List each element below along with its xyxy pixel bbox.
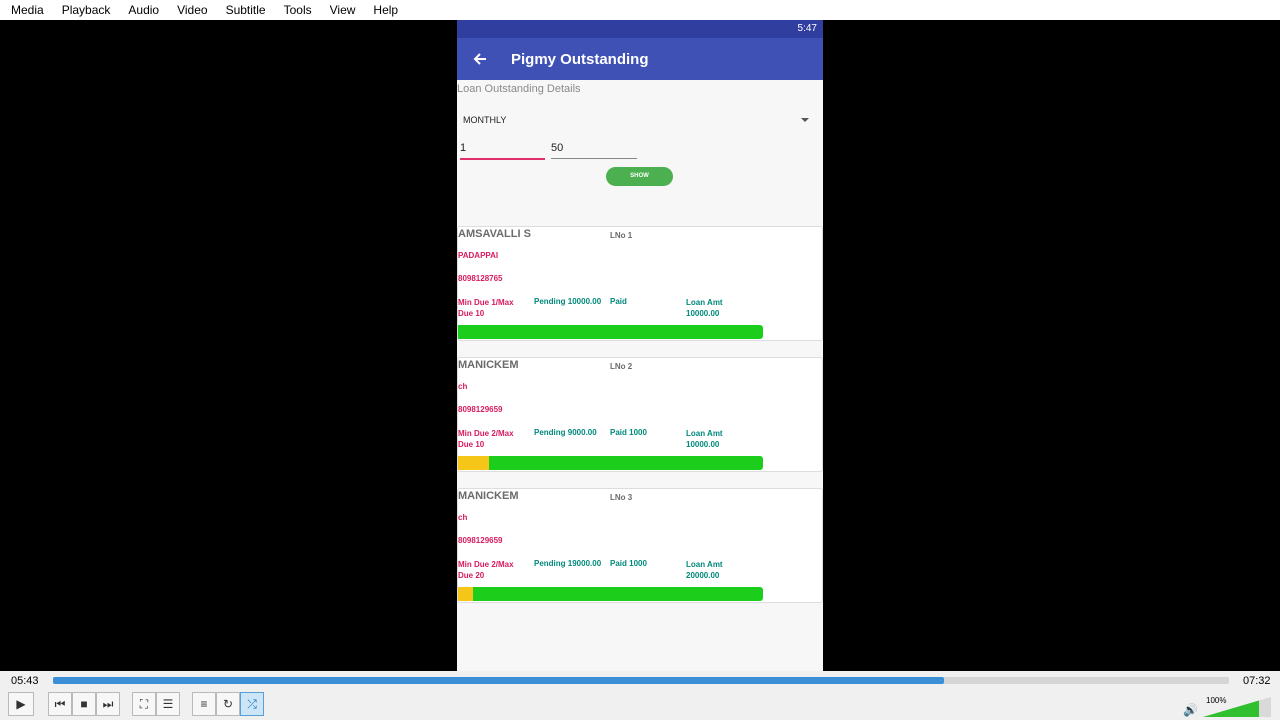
to-input[interactable]: 50 xyxy=(551,142,637,159)
pending-amount: Pending 10000.00 xyxy=(534,297,602,306)
range-inputs: 1 50 xyxy=(457,136,823,166)
app-bar: Pigmy Outstanding xyxy=(457,38,823,80)
seek-bar[interactable] xyxy=(53,677,1229,684)
pending-amount: Pending 9000.00 xyxy=(534,428,597,437)
total-time: 07:32 xyxy=(1243,675,1271,687)
extended-settings-button[interactable]: ☰ xyxy=(156,692,180,716)
player-controls: 05:43 07:32 ▶ ⏮ ■ ⏭ ⛶ ☰ ≡ ↻ ⤮ 🔊 100% xyxy=(0,671,1280,720)
speaker-icon[interactable]: 🔊 xyxy=(1183,703,1198,717)
menu-playback[interactable]: Playback xyxy=(51,3,118,17)
back-arrow-icon[interactable] xyxy=(471,50,489,68)
borrower-name: MANICKEM xyxy=(458,490,519,502)
loan-card[interactable]: MANICKEM LNo 3 ch 8098129659 Min Due 2/M… xyxy=(457,488,823,603)
menu-help[interactable]: Help xyxy=(362,3,405,17)
pending-amount: Pending 19000.00 xyxy=(534,559,602,568)
previous-icon: ⏮ xyxy=(54,696,66,711)
paid-amount: Paid 1000 xyxy=(610,428,647,437)
menu-media[interactable]: Media xyxy=(0,3,51,17)
loan-amount: Loan Amt 10000.00 xyxy=(686,428,723,450)
playlist-icon: ≡ xyxy=(200,697,208,711)
equalizer-icon: ☰ xyxy=(162,697,174,711)
frequency-dropdown[interactable]: MONTHLY xyxy=(457,110,823,130)
borrower-area: ch xyxy=(458,513,468,522)
menu-audio[interactable]: Audio xyxy=(117,3,166,17)
loan-number: LNo 1 xyxy=(610,231,633,240)
status-bar: 5:47 xyxy=(457,20,823,38)
dropdown-caret-icon xyxy=(801,118,809,122)
due-range: Min Due 2/Max Due 20 xyxy=(458,560,514,580)
due-range: Min Due 1/Max Due 10 xyxy=(458,298,514,318)
from-input[interactable]: 1 xyxy=(460,142,545,160)
borrower-phone: 8098128765 xyxy=(458,274,503,283)
menu-tools[interactable]: Tools xyxy=(273,3,319,17)
borrower-phone: 8098129659 xyxy=(458,405,503,414)
loan-number: LNo 3 xyxy=(610,493,633,502)
seek-progress xyxy=(53,677,945,684)
loan-amount-label: Loan Amt xyxy=(686,298,723,307)
fullscreen-icon: ⛶ xyxy=(139,696,149,711)
shuffle-button[interactable]: ⤮ xyxy=(240,692,264,716)
loan-amount-value: 10000.00 xyxy=(686,440,720,449)
borrower-area: PADAPPAI xyxy=(458,251,499,260)
menu-video[interactable]: Video xyxy=(166,3,214,17)
next-button[interactable]: ⏭ xyxy=(96,692,120,716)
previous-button[interactable]: ⏮ xyxy=(48,692,72,716)
paid-portion xyxy=(458,587,474,601)
fullscreen-button[interactable]: ⛶ xyxy=(132,692,156,716)
loop-icon: ↻ xyxy=(222,697,234,711)
page-title: Pigmy Outstanding xyxy=(511,50,649,68)
due-range: Min Due 2/Max Due 10 xyxy=(458,429,514,449)
show-button[interactable]: SHOW xyxy=(606,167,673,186)
playlist-button[interactable]: ≡ xyxy=(192,692,216,716)
section-label: Loan Outstanding Details xyxy=(457,83,581,95)
repayment-progress-bar xyxy=(458,587,763,601)
loan-amount-value: 10000.00 xyxy=(686,309,720,318)
status-time: 5:47 xyxy=(797,23,817,34)
loan-amount: Loan Amt 20000.00 xyxy=(686,559,723,581)
paid-amount: Paid 1000 xyxy=(610,559,647,568)
paid-amount: Paid xyxy=(610,297,627,306)
stop-icon: ■ xyxy=(80,697,88,711)
current-time: 05:43 xyxy=(11,675,39,687)
loan-amount-label: Loan Amt xyxy=(686,429,723,438)
play-icon: ▶ xyxy=(16,697,26,711)
loan-amount: Loan Amt 10000.00 xyxy=(686,297,723,319)
repayment-progress-bar xyxy=(458,456,763,470)
repayment-progress-bar xyxy=(458,325,763,339)
loan-card[interactable]: MANICKEM LNo 2 ch 8098129659 Min Due 2/M… xyxy=(457,357,823,472)
volume-percent: 100% xyxy=(1206,696,1227,705)
loan-number: LNo 2 xyxy=(610,362,633,371)
play-button[interactable]: ▶ xyxy=(8,692,34,716)
loan-card[interactable]: AMSAVALLI S LNo 1 PADAPPAI 8098128765 Mi… xyxy=(457,226,823,341)
borrower-name: MANICKEM xyxy=(458,359,519,371)
menu-view[interactable]: View xyxy=(319,3,363,17)
next-icon: ⏭ xyxy=(102,696,114,711)
paid-portion xyxy=(458,456,489,470)
menu-subtitle[interactable]: Subtitle xyxy=(215,3,273,17)
menu-bar: Media Playback Audio Video Subtitle Tool… xyxy=(0,0,1280,20)
frequency-value: MONTHLY xyxy=(463,115,507,125)
borrower-phone: 8098129659 xyxy=(458,536,503,545)
loop-button[interactable]: ↻ xyxy=(216,692,240,716)
phone-screen: 5:47 Pigmy Outstanding Loan Outstanding … xyxy=(457,20,823,671)
loan-amount-label: Loan Amt xyxy=(686,560,723,569)
shuffle-icon: ⤮ xyxy=(247,696,257,711)
stop-button[interactable]: ■ xyxy=(72,692,96,716)
loan-amount-value: 20000.00 xyxy=(686,571,720,580)
borrower-area: ch xyxy=(458,382,468,391)
borrower-name: AMSAVALLI S xyxy=(458,228,531,240)
